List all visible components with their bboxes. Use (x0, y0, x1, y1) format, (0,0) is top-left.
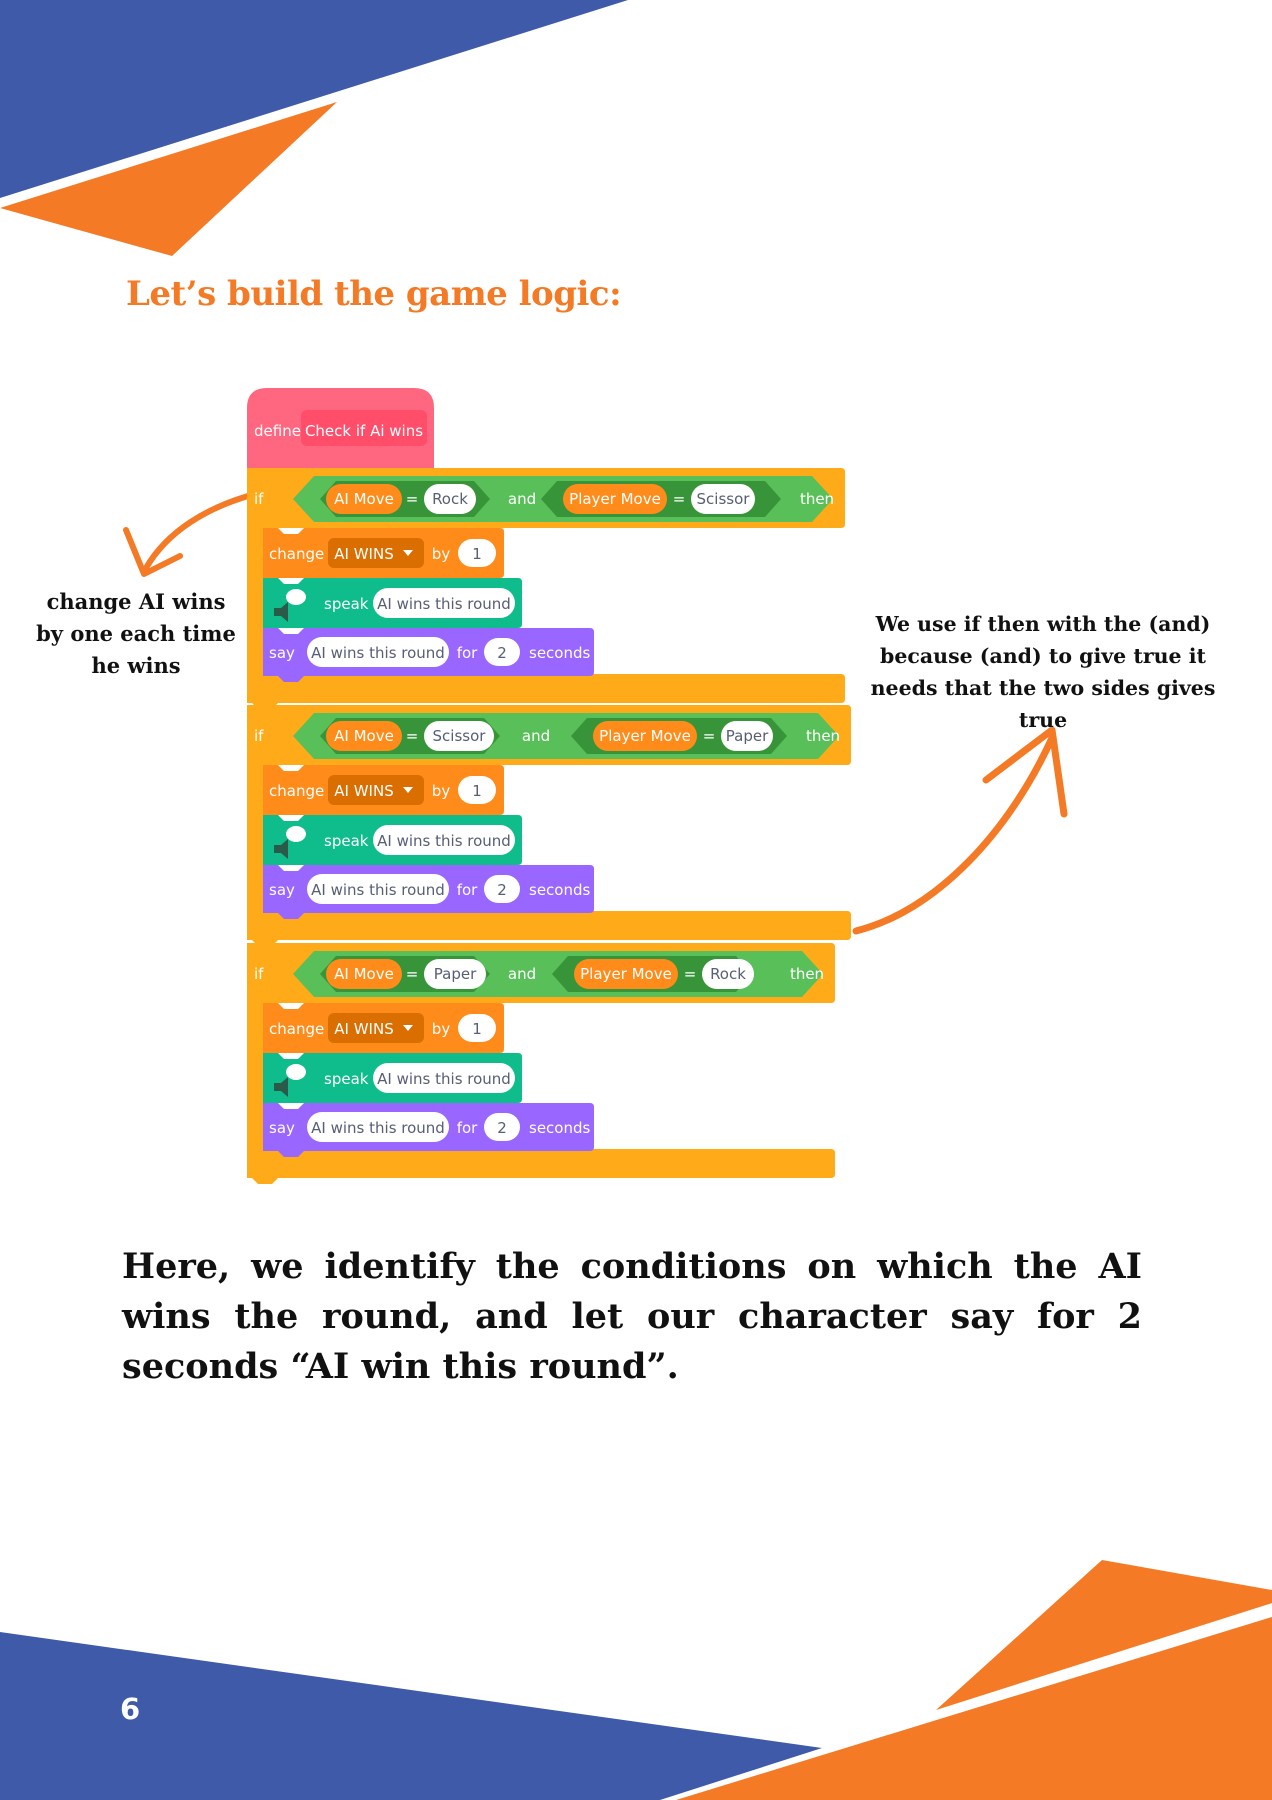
equals-sign: = (406, 965, 419, 983)
change-label: change (269, 1020, 324, 1038)
speech-bubble-icon (286, 589, 306, 605)
ai-wins-label: AI WINS (334, 545, 393, 563)
change-amount: 1 (472, 545, 482, 563)
body-paragraph: Here, we identify the conditions on whic… (122, 1246, 1142, 1387)
ai-move-label: AI Move (334, 727, 394, 745)
say-label: say (269, 881, 295, 899)
speak-label: speak (324, 595, 369, 613)
if-label: if (254, 490, 264, 508)
by-label: by (432, 545, 451, 563)
if-label: if (254, 965, 264, 983)
and-label: and (522, 727, 550, 745)
define-keyword: define (254, 422, 301, 440)
define-name: Check if Ai wins (305, 422, 423, 440)
and-label: and (508, 490, 536, 508)
say-text: AI wins this round (311, 1119, 445, 1137)
change-label: change (269, 782, 324, 800)
player-move-label: Player Move (569, 490, 661, 508)
speak-text: AI wins this round (377, 595, 511, 613)
equals-sign: = (406, 490, 419, 508)
seconds-label: seconds (529, 1119, 590, 1137)
say-label: say (269, 1119, 295, 1137)
ai-move-label: AI Move (334, 490, 394, 508)
equals-sign: = (703, 727, 716, 745)
page-number: 6 (120, 1692, 141, 1726)
for-label: for (457, 644, 478, 662)
player-move-label: Player Move (580, 965, 672, 983)
speak-text: AI wins this round (377, 1070, 511, 1088)
by-label: by (432, 1020, 451, 1038)
right-value: Scissor (697, 490, 751, 508)
ai-move-label: AI Move (334, 965, 394, 983)
speak-text: AI wins this round (377, 832, 511, 850)
if-block: if AI Move = Scissor and Player Move = Paper the… (247, 705, 851, 946)
if-block: if AI Move = Rock and Player Move = Scissor then… (247, 468, 845, 709)
say-text: AI wins this round (311, 881, 445, 899)
if-label: if (254, 727, 264, 745)
seconds-label: seconds (529, 881, 590, 899)
ai-wins-label: AI WINS (334, 782, 393, 800)
say-seconds: 2 (497, 644, 507, 662)
right-value: Paper (726, 727, 769, 745)
scratch-code-image: define Check if Ai wins if AI Move = Rock an… (247, 388, 851, 1184)
left-value: Scissor (433, 727, 487, 745)
speak-label: speak (324, 832, 369, 850)
right-value: Rock (710, 965, 746, 983)
say-text: AI wins this round (311, 644, 445, 662)
by-label: by (432, 782, 451, 800)
for-label: for (457, 881, 478, 899)
speech-bubble-icon (286, 826, 306, 842)
equals-sign: = (673, 490, 686, 508)
say-seconds: 2 (497, 881, 507, 899)
equals-sign: = (684, 965, 697, 983)
if-block: if AI Move = Paper and Player Move = Rock then ch… (247, 943, 835, 1184)
change-label: change (269, 545, 324, 563)
right-annotation: We use if then with the (and) because (a… (870, 612, 1216, 732)
change-amount: 1 (472, 1020, 482, 1038)
left-value: Paper (434, 965, 477, 983)
seconds-label: seconds (529, 644, 590, 662)
left-annotation: change AI wins by one each time he wins (36, 589, 236, 678)
then-label: then (806, 727, 840, 745)
and-label: and (508, 965, 536, 983)
speak-label: speak (324, 1070, 369, 1088)
change-amount: 1 (472, 782, 482, 800)
ai-wins-label: AI WINS (334, 1020, 393, 1038)
left-value: Rock (432, 490, 468, 508)
then-label: then (790, 965, 824, 983)
say-seconds: 2 (497, 1119, 507, 1137)
for-label: for (457, 1119, 478, 1137)
speech-bubble-icon (286, 1064, 306, 1080)
player-move-label: Player Move (599, 727, 691, 745)
say-label: say (269, 644, 295, 662)
equals-sign: = (406, 727, 419, 745)
then-label: then (800, 490, 834, 508)
